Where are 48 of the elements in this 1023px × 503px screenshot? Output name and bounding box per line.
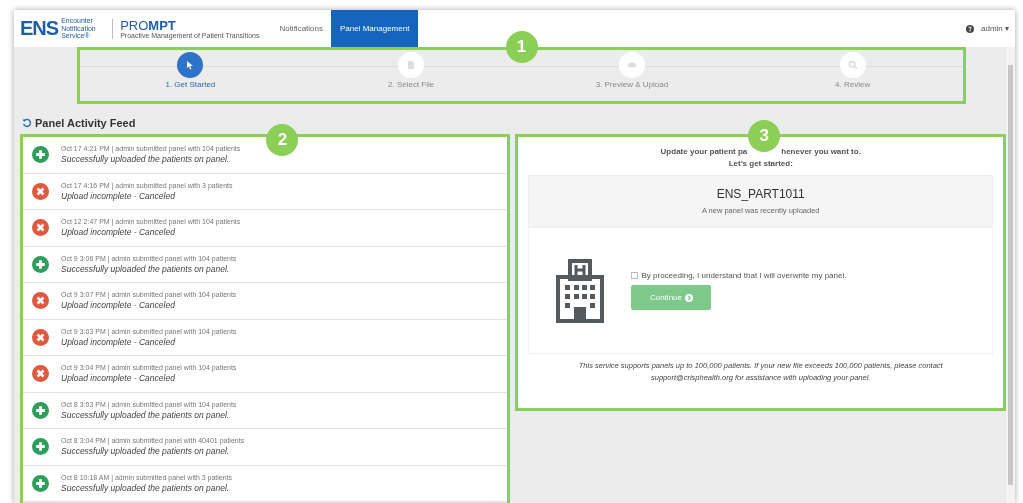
feed-message: Successfully uploaded the patients on panel. — [61, 154, 231, 165]
x-circle-icon — [32, 182, 49, 200]
x-circle-icon — [32, 292, 49, 310]
plus-circle-icon — [32, 255, 49, 273]
feed-title: Panel Activity Feed — [35, 116, 136, 129]
feed-message: Successfully uploaded the patients on panel. — [61, 482, 231, 493]
step-label: 2. Select File — [388, 80, 435, 89]
feed-message: Upload incomplete - Canceled — [61, 373, 176, 384]
x-circle-icon — [32, 328, 49, 346]
x-circle-icon — [32, 219, 49, 237]
history-icon — [22, 117, 32, 128]
callout-badge: 2 — [266, 124, 299, 156]
feed-message: Upload incomplete - Canceled — [61, 227, 176, 238]
eye-icon — [626, 60, 637, 70]
step-label: 4. Review — [835, 80, 871, 89]
hospital-icon — [555, 258, 606, 323]
panel-subheading: Let’s get started: — [728, 159, 793, 168]
step-label: 1. Get Started — [165, 80, 216, 89]
checkbox-label: By proceeding, I understand that I will overwrite my panel. — [641, 271, 847, 280]
feed-message: Successfully uploaded the patients on panel. — [61, 263, 231, 274]
step-label: 3. Preview & Upload — [595, 80, 669, 89]
search-icon — [847, 60, 858, 70]
callout-badge: 3 — [748, 120, 781, 152]
x-circle-icon — [32, 365, 49, 383]
user-menu[interactable]: admin ▾ — [981, 24, 1009, 33]
product-name: PROMPT — [120, 18, 177, 32]
logo-mark: ENS — [20, 17, 59, 40]
panel-heading: Update your patient pa — [660, 147, 748, 156]
callout-badge: 1 — [505, 31, 538, 63]
nav-tab[interactable]: Panel Management — [331, 10, 419, 47]
nav-tab[interactable]: Notifications — [271, 10, 331, 47]
plus-circle-icon — [32, 474, 49, 492]
panel-heading: henever you want to. — [781, 147, 861, 156]
feed-message: Upload incomplete - Canceled — [61, 300, 176, 311]
scrollbar[interactable] — [1006, 47, 1015, 503]
feed-message: Successfully uploaded the patients on panel. — [61, 409, 231, 420]
arrow-circle-icon — [685, 293, 693, 302]
plus-circle-icon — [32, 401, 49, 419]
feed-message: Upload incomplete - Canceled — [61, 190, 176, 201]
help-icon[interactable] — [966, 24, 974, 33]
plus-circle-icon — [32, 146, 49, 164]
feed-message: Successfully uploaded the patients on panel. — [61, 446, 231, 457]
step-circle[interactable] — [177, 52, 204, 78]
file-icon — [406, 60, 417, 70]
checkbox[interactable] — [631, 272, 639, 279]
panel-name: ENS_PART1011 — [716, 187, 805, 201]
feed-message: Upload incomplete - Canceled — [61, 336, 176, 347]
plus-circle-icon — [32, 438, 49, 456]
